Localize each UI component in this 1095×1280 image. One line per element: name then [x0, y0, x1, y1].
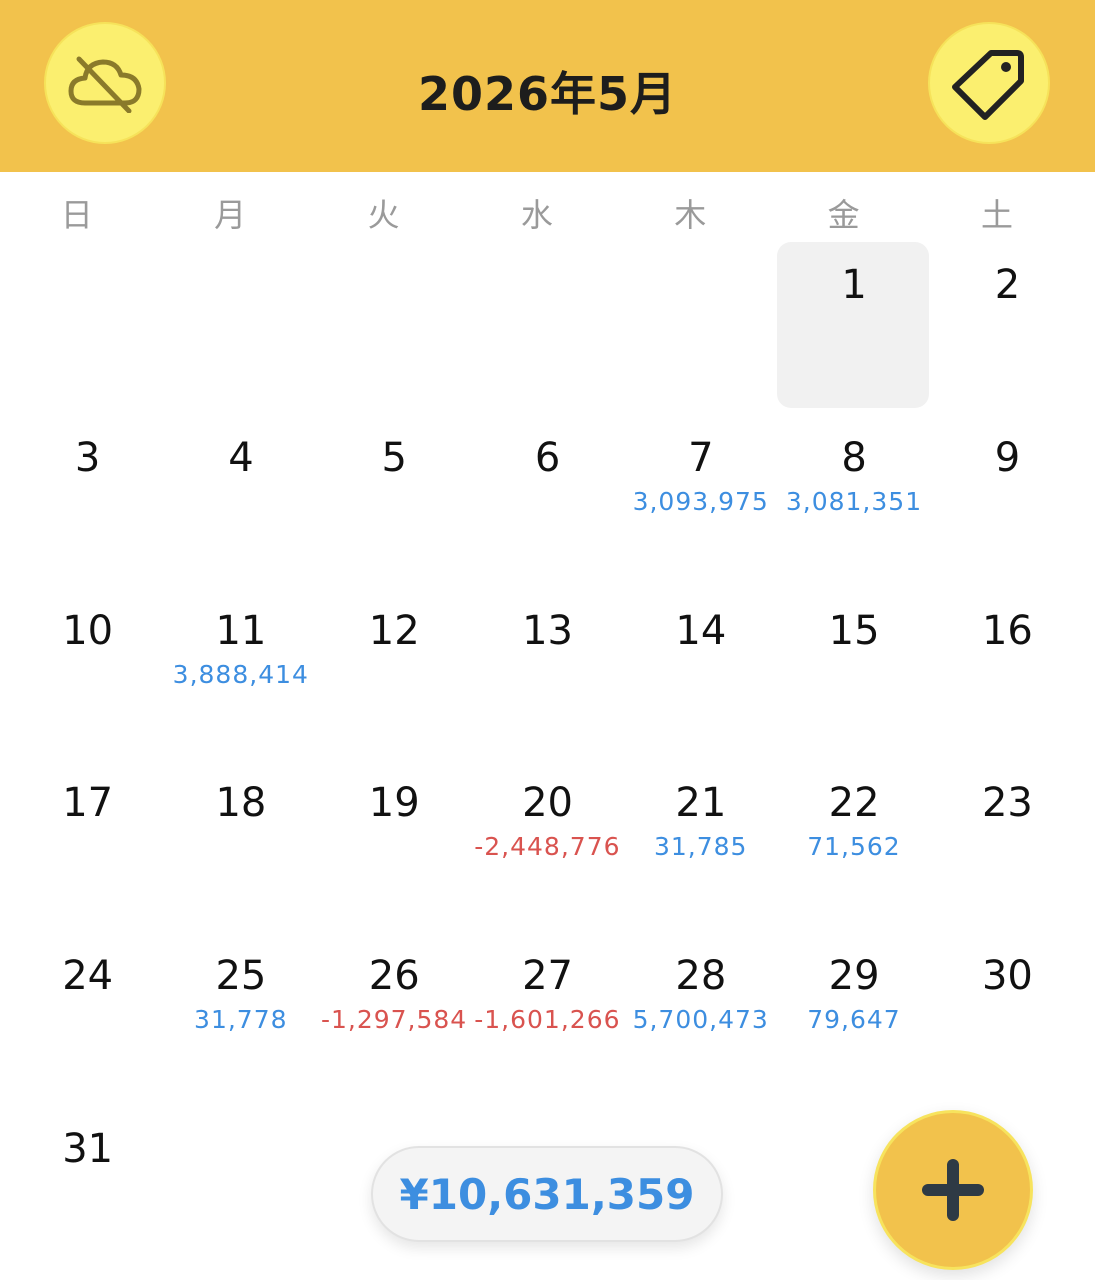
day-number: 19 — [368, 780, 420, 827]
day-number: 5 — [381, 434, 407, 481]
day-cell[interactable]: 23 — [931, 760, 1084, 933]
day-number: 4 — [228, 434, 254, 481]
day-number: 15 — [828, 607, 880, 654]
weekday-label: 木 — [674, 196, 707, 234]
day-number: 8 — [841, 434, 867, 481]
day-number: 26 — [368, 953, 420, 1000]
day-amount: -1,601,266 — [474, 1005, 621, 1035]
day-cell[interactable]: 27 -1,601,266 — [471, 933, 624, 1106]
month-total-pill[interactable]: ¥10,631,359 — [371, 1146, 723, 1242]
weekday-label: 金 — [827, 196, 860, 234]
day-number: 20 — [522, 780, 573, 827]
day-amount: -2,448,776 — [474, 832, 621, 862]
day-cell[interactable]: 8 3,081,351 — [777, 415, 930, 588]
day-amount: 79,647 — [807, 1005, 901, 1035]
day-cell[interactable]: 19 — [318, 760, 471, 933]
day-cell[interactable]: 14 — [624, 588, 777, 761]
weekday-label: 火 — [367, 196, 400, 234]
month-total-amount: ¥10,631,359 — [399, 1169, 695, 1219]
day-cell[interactable]: 21 31,785 — [624, 760, 777, 933]
day-cell[interactable]: 25 31,778 — [164, 933, 317, 1106]
day-cell[interactable]: 30 — [931, 933, 1084, 1106]
weekday-label: 土 — [981, 196, 1014, 234]
add-entry-button[interactable] — [873, 1110, 1033, 1270]
day-number: 12 — [368, 607, 420, 654]
day-cell[interactable]: 17 — [11, 760, 164, 933]
day-cell[interactable]: 31 — [11, 1106, 164, 1279]
day-number: 7 — [688, 434, 714, 481]
weekday-label: 月 — [214, 196, 247, 234]
day-amount: 3,093,975 — [632, 486, 769, 516]
day-amount: 31,778 — [194, 1005, 288, 1035]
day-cell[interactable]: 11 3,888,414 — [164, 588, 317, 761]
day-cell[interactable]: 1 — [777, 242, 930, 415]
day-cell[interactable]: 2 — [931, 242, 1084, 415]
empty-day-cell — [11, 242, 164, 415]
day-cell[interactable]: 9 — [931, 415, 1084, 588]
day-cell[interactable]: 5 — [318, 415, 471, 588]
day-cell[interactable]: 20 -2,448,776 — [471, 760, 624, 933]
plus-icon — [922, 1159, 984, 1221]
day-amount: 31,785 — [653, 832, 748, 862]
day-amount: 5,700,473 — [632, 1005, 769, 1035]
empty-day-cell — [471, 242, 624, 415]
day-number: 16 — [981, 607, 1033, 654]
day-cell[interactable]: 22 71,562 — [777, 760, 930, 933]
day-amount: 71,562 — [807, 832, 901, 862]
day-number: 23 — [981, 780, 1033, 827]
day-cell[interactable]: 10 — [11, 588, 164, 761]
tag-icon — [952, 50, 1024, 120]
day-number: 31 — [62, 1125, 114, 1172]
day-number: 18 — [215, 780, 267, 827]
day-number: 1 — [841, 262, 867, 308]
day-number: 3 — [74, 434, 101, 481]
day-number: 6 — [534, 434, 561, 481]
day-cell[interactable]: 29 79,647 — [777, 933, 930, 1106]
day-number: 22 — [828, 780, 880, 827]
day-cell[interactable]: 6 — [471, 415, 624, 588]
day-cell[interactable]: 24 — [11, 933, 164, 1106]
day-number: 28 — [675, 953, 727, 1000]
day-number: 11 — [215, 607, 267, 654]
empty-day-cell — [318, 242, 471, 415]
header-bar: 2026年5月 — [0, 0, 1095, 172]
day-number: 25 — [215, 953, 267, 1000]
day-number: 21 — [675, 780, 727, 827]
day-cell[interactable]: 13 — [471, 588, 624, 761]
day-cell[interactable]: 18 — [164, 760, 317, 933]
day-number: 10 — [62, 607, 114, 654]
day-amount: 3,888,414 — [172, 659, 309, 689]
day-number: 13 — [522, 607, 573, 654]
day-number: 2 — [994, 262, 1021, 308]
day-number: 9 — [994, 434, 1021, 481]
day-number: 27 — [522, 953, 573, 1000]
empty-day-cell — [624, 242, 777, 415]
day-number: 24 — [62, 953, 114, 1000]
day-number: 17 — [62, 780, 114, 827]
day-cell[interactable]: 3 — [11, 415, 164, 588]
day-number: 30 — [981, 953, 1033, 1000]
tag-button[interactable] — [928, 22, 1050, 144]
day-amount: 3,081,351 — [785, 486, 923, 516]
weekday-header-row: 日月火水木金土 — [0, 172, 1095, 242]
day-number: 29 — [828, 953, 880, 1000]
day-cell[interactable]: 28 5,700,473 — [624, 933, 777, 1106]
day-number: 14 — [675, 607, 727, 654]
weekday-label: 水 — [520, 196, 553, 234]
day-cell[interactable]: 12 — [318, 588, 471, 761]
empty-day-cell — [164, 242, 317, 415]
weekday-label: 日 — [60, 196, 93, 234]
day-amount: -1,297,584 — [320, 1005, 468, 1035]
day-cell[interactable]: 15 — [777, 588, 930, 761]
day-cell[interactable]: 26 -1,297,584 — [318, 933, 471, 1106]
day-cell[interactable]: 4 — [164, 415, 317, 588]
day-cell[interactable]: 7 3,093,975 — [624, 415, 777, 588]
day-cell[interactable]: 16 — [931, 588, 1084, 761]
